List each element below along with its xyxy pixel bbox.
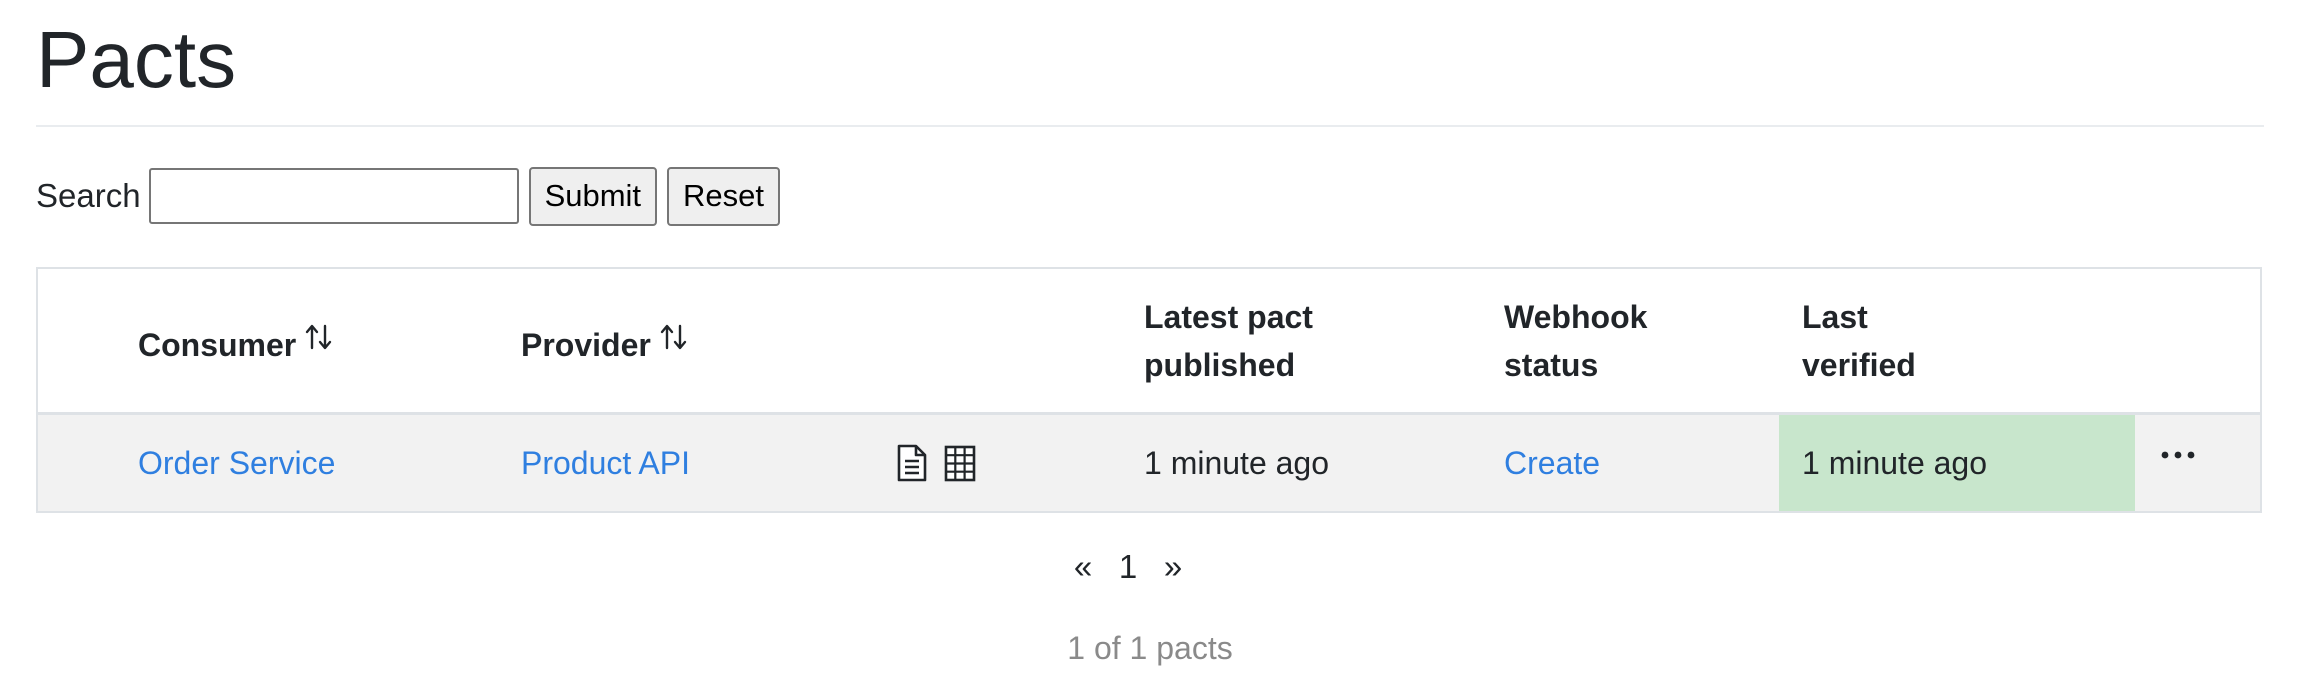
column-header-last-verified: Last verified [1802, 293, 1916, 389]
sort-up-down-icon[interactable] [304, 317, 334, 365]
search-form: Search Submit Reset [36, 166, 790, 226]
title-divider [36, 125, 2264, 127]
column-header-label: Last [1802, 299, 1868, 335]
pagination-page-1[interactable]: 1 [1106, 548, 1150, 586]
column-header-label: Webhook [1504, 299, 1648, 335]
pagination-prev[interactable]: « [1070, 548, 1096, 586]
consumer-link[interactable]: Order Service [138, 415, 335, 511]
pagination-summary: 1 of 1 pacts [1067, 630, 1233, 666]
column-header-latest-pact: Latest pact published [1144, 293, 1313, 389]
column-header-label: Consumer [138, 327, 297, 363]
pagination: « 1 » [1070, 548, 1186, 586]
provider-link[interactable]: Product API [521, 415, 690, 511]
last-verified-value: 1 minute ago [1802, 445, 1988, 481]
pacts-table: Consumer Provider Latest pact published … [36, 267, 2262, 513]
column-header-label: Latest pact [1144, 299, 1313, 335]
reset-button[interactable]: Reset [667, 166, 781, 226]
table-row: Order Service Product API 1 minute ago C… [38, 415, 2260, 511]
pagination-next[interactable]: » [1160, 548, 1186, 586]
column-header-label: status [1504, 347, 1599, 383]
column-header-label: Provider [521, 327, 651, 363]
matrix-grid-icon[interactable] [942, 443, 978, 483]
latest-pact-published: 1 minute ago [1144, 445, 1330, 481]
column-header-provider[interactable]: Provider [521, 317, 689, 369]
last-verified-cell: 1 minute ago [1779, 415, 2135, 511]
webhook-create-link[interactable]: Create [1504, 415, 1600, 511]
column-header-consumer[interactable]: Consumer [138, 317, 334, 369]
column-header-webhook-status: Webhook status [1504, 293, 1647, 389]
search-input[interactable] [148, 168, 519, 224]
table-header: Consumer Provider Latest pact published … [38, 269, 2260, 415]
search-label: Search [36, 177, 141, 214]
page-title: Pacts [36, 15, 237, 104]
column-header-label: verified [1802, 347, 1916, 383]
submit-button[interactable]: Submit [528, 166, 658, 226]
page: Pacts Search Submit Reset Consumer Provi… [0, 0, 2300, 700]
column-header-label: published [1144, 347, 1296, 383]
sort-up-down-icon[interactable] [659, 317, 689, 365]
more-horizontal-icon[interactable] [2158, 445, 2198, 485]
document-icon[interactable] [894, 443, 930, 483]
